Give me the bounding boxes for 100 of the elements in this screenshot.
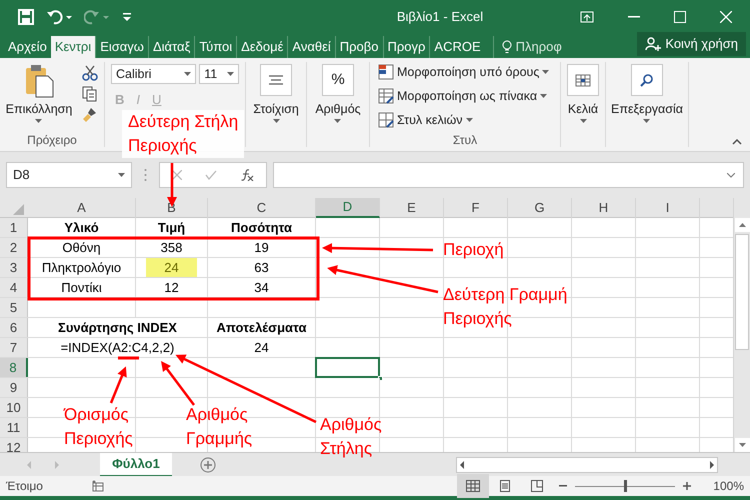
lightbulb-icon [502,40,512,54]
conditional-formatting-button[interactable]: Μορφοποίηση υπό όρους [378,63,552,82]
collapse-ribbon-icon[interactable] [732,139,742,145]
zoom-level[interactable]: 100% [713,477,744,495]
cell-text: Υλικό [64,218,99,237]
tell-me-field[interactable]: Πληροφ [516,37,562,57]
zoom-in-icon[interactable] [683,482,692,490]
page-break-icon[interactable] [531,480,544,492]
row-header[interactable]: 4 [0,278,28,297]
caret-icon[interactable] [35,118,42,123]
page-layout-icon[interactable] [499,480,512,492]
paintbrush-icon[interactable] [82,107,98,123]
search-icon [640,73,654,87]
cell-text: 63 [254,258,269,277]
cancel-icon[interactable] [172,170,182,180]
maximize-icon[interactable] [674,11,686,23]
annotation-label: Δεύτερη Γραμμή Περιοχής [443,284,568,330]
row-header[interactable]: 7 [0,338,28,357]
row-header[interactable]: 2 [0,238,28,257]
cells-grid-icon [575,73,591,87]
horizontal-scrollbar[interactable] [456,456,718,472]
undo-icon[interactable] [46,9,72,25]
group-label: Στυλ [452,132,478,149]
caret-icon[interactable] [184,72,192,76]
align-lines-icon [269,75,283,85]
annotation-label: Αριθμός Στήλης [320,414,382,460]
caret-icon[interactable] [118,173,125,177]
underline-mark [118,356,139,360]
alignment-button[interactable]: Στοίχιση [253,64,299,123]
row-header[interactable]: 1 [0,218,28,237]
ribbon-tab[interactable]: Αρχείο [4,36,51,58]
name-box[interactable]: D8 [6,162,132,188]
scroll-down-icon[interactable] [734,438,750,452]
cell-text: Τιμή [158,218,186,237]
row-header[interactable]: 11 [0,418,28,437]
font-name-field[interactable]: Calibri [111,64,196,84]
column-header[interactable]: A [28,198,136,218]
zoom-slider-thumb[interactable] [624,480,627,492]
annotation-label: Όρισμός Περιοχής [64,404,133,450]
row-header[interactable]: 9 [0,378,28,397]
vertical-scrollbar[interactable] [733,198,750,452]
row-header[interactable]: 5 [0,298,28,317]
cell-text: 358 [160,238,182,257]
cell-text: Συνάρτησης INDEX [58,318,177,337]
font-size-field[interactable]: 11 [199,64,239,84]
paste-button[interactable]: Επικόλληση [6,64,72,123]
check-icon[interactable] [204,170,217,180]
function-icon[interactable] [240,169,254,181]
conditional-format-icon [378,64,394,80]
caret-icon[interactable] [334,118,342,123]
row-header[interactable]: 6 [0,318,28,337]
copy-icon[interactable] [82,86,98,102]
caret-icon[interactable] [272,118,280,123]
cell-text: 19 [254,238,269,257]
format-as-table-button[interactable]: Μορφοποίηση ως πίνακα [378,86,552,106]
ribbon-display-icon[interactable] [580,11,594,23]
window-title: Βιβλίο1 - Excel [396,8,484,26]
row-header[interactable]: 10 [0,398,28,417]
scroll-right-icon[interactable] [707,460,717,470]
cell-text: 24 [254,338,269,357]
row-header[interactable]: 3 [0,258,28,277]
minimize-icon[interactable] [628,16,640,18]
ribbon-tab[interactable]: Κεντρι [50,36,96,58]
sheet-tab[interactable]: Φύλλο1 [100,452,172,476]
customize-icon[interactable] [122,12,132,22]
caret-icon[interactable] [580,118,586,123]
cell-text: =INDEX(A2:C4,2,2) [60,338,174,357]
normal-view-icon[interactable] [466,480,480,492]
cell-text: 24 [146,258,197,278]
caret-icon[interactable] [542,70,550,74]
column-header[interactable]: E [380,198,444,218]
scroll-up-icon[interactable] [734,218,750,232]
caret-icon[interactable] [227,72,234,76]
column-header[interactable]: H [572,198,636,218]
cell-text: Ποντίκι [61,278,102,297]
clipboard-icon [24,64,54,98]
caret-icon[interactable] [540,94,548,98]
zoom-slider[interactable] [573,480,678,492]
row-header[interactable]: 8 [0,358,28,377]
caret-icon[interactable] [643,118,650,123]
column-header[interactable]: D [316,198,380,218]
share-button[interactable]: Κοινή χρήση [637,32,746,56]
column-header[interactable]: G [508,198,572,218]
formula-field[interactable] [273,162,744,188]
close-icon[interactable] [720,11,732,23]
column-header[interactable]: F [444,198,508,218]
expand-icon[interactable] [727,172,735,178]
column-header[interactable]: I [636,198,700,218]
row-header[interactable]: 12 [0,438,28,452]
number-button[interactable]: % Αριθμός [315,64,361,123]
scissors-icon[interactable] [82,65,98,81]
cell-styles-button[interactable]: Στυλ κελιών [378,110,552,130]
save-icon[interactable] [18,9,34,25]
editing-button[interactable]: Επεξεργασία [610,64,683,123]
cell-text: Πληκτρολόγιο [42,258,122,277]
add-sheet-icon[interactable] [200,456,216,472]
annotation-arrow [110,366,127,404]
macro-icon[interactable] [92,480,104,492]
caret-icon[interactable] [466,118,472,122]
selected-cell[interactable] [315,357,380,378]
